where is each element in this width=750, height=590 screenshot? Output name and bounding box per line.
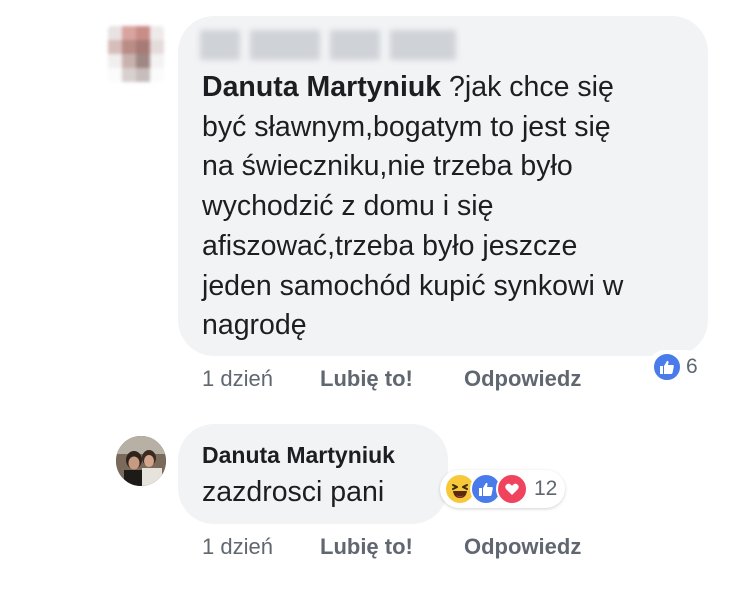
like-button[interactable]: Lubię to! [320, 366, 464, 392]
reaction-count: 6 [686, 355, 698, 378]
reply-button[interactable]: Odpowiedz [464, 366, 581, 392]
comment-body: ?jak chce się być sławnym,bogatym to jes… [202, 71, 624, 342]
timestamp-link[interactable]: 1 dzień [202, 534, 320, 560]
comment-body: zazdrosci pani [202, 476, 385, 508]
reply-author-name[interactable]: Danuta Martyniuk [202, 71, 441, 103]
comment-actions: 1 dzień Lubię to! Odpowiedz [202, 366, 581, 392]
comment-actions: 1 dzień Lubię to! Odpowiedz [202, 534, 581, 560]
like-button[interactable]: Lubię to! [320, 534, 464, 560]
commenter-name[interactable]: Danuta Martyniuk [202, 442, 395, 469]
like-icon [652, 352, 682, 382]
reply-button[interactable]: Odpowiedz [464, 534, 581, 560]
comment-bubble [178, 424, 448, 524]
reaction-count: 12 [534, 477, 558, 500]
love-icon [496, 473, 528, 505]
commenter-avatar-blurred[interactable] [108, 26, 164, 82]
reaction-summary[interactable]: 6 [648, 350, 704, 384]
timestamp-link[interactable]: 1 dzień [202, 366, 320, 392]
comment-text: Danuta Martyniuk ?jak chce się być sławn… [202, 68, 702, 346]
avatar[interactable] [116, 436, 166, 486]
blurred-commenter-name[interactable] [200, 28, 460, 62]
reaction-summary[interactable]: 12 [440, 470, 566, 508]
